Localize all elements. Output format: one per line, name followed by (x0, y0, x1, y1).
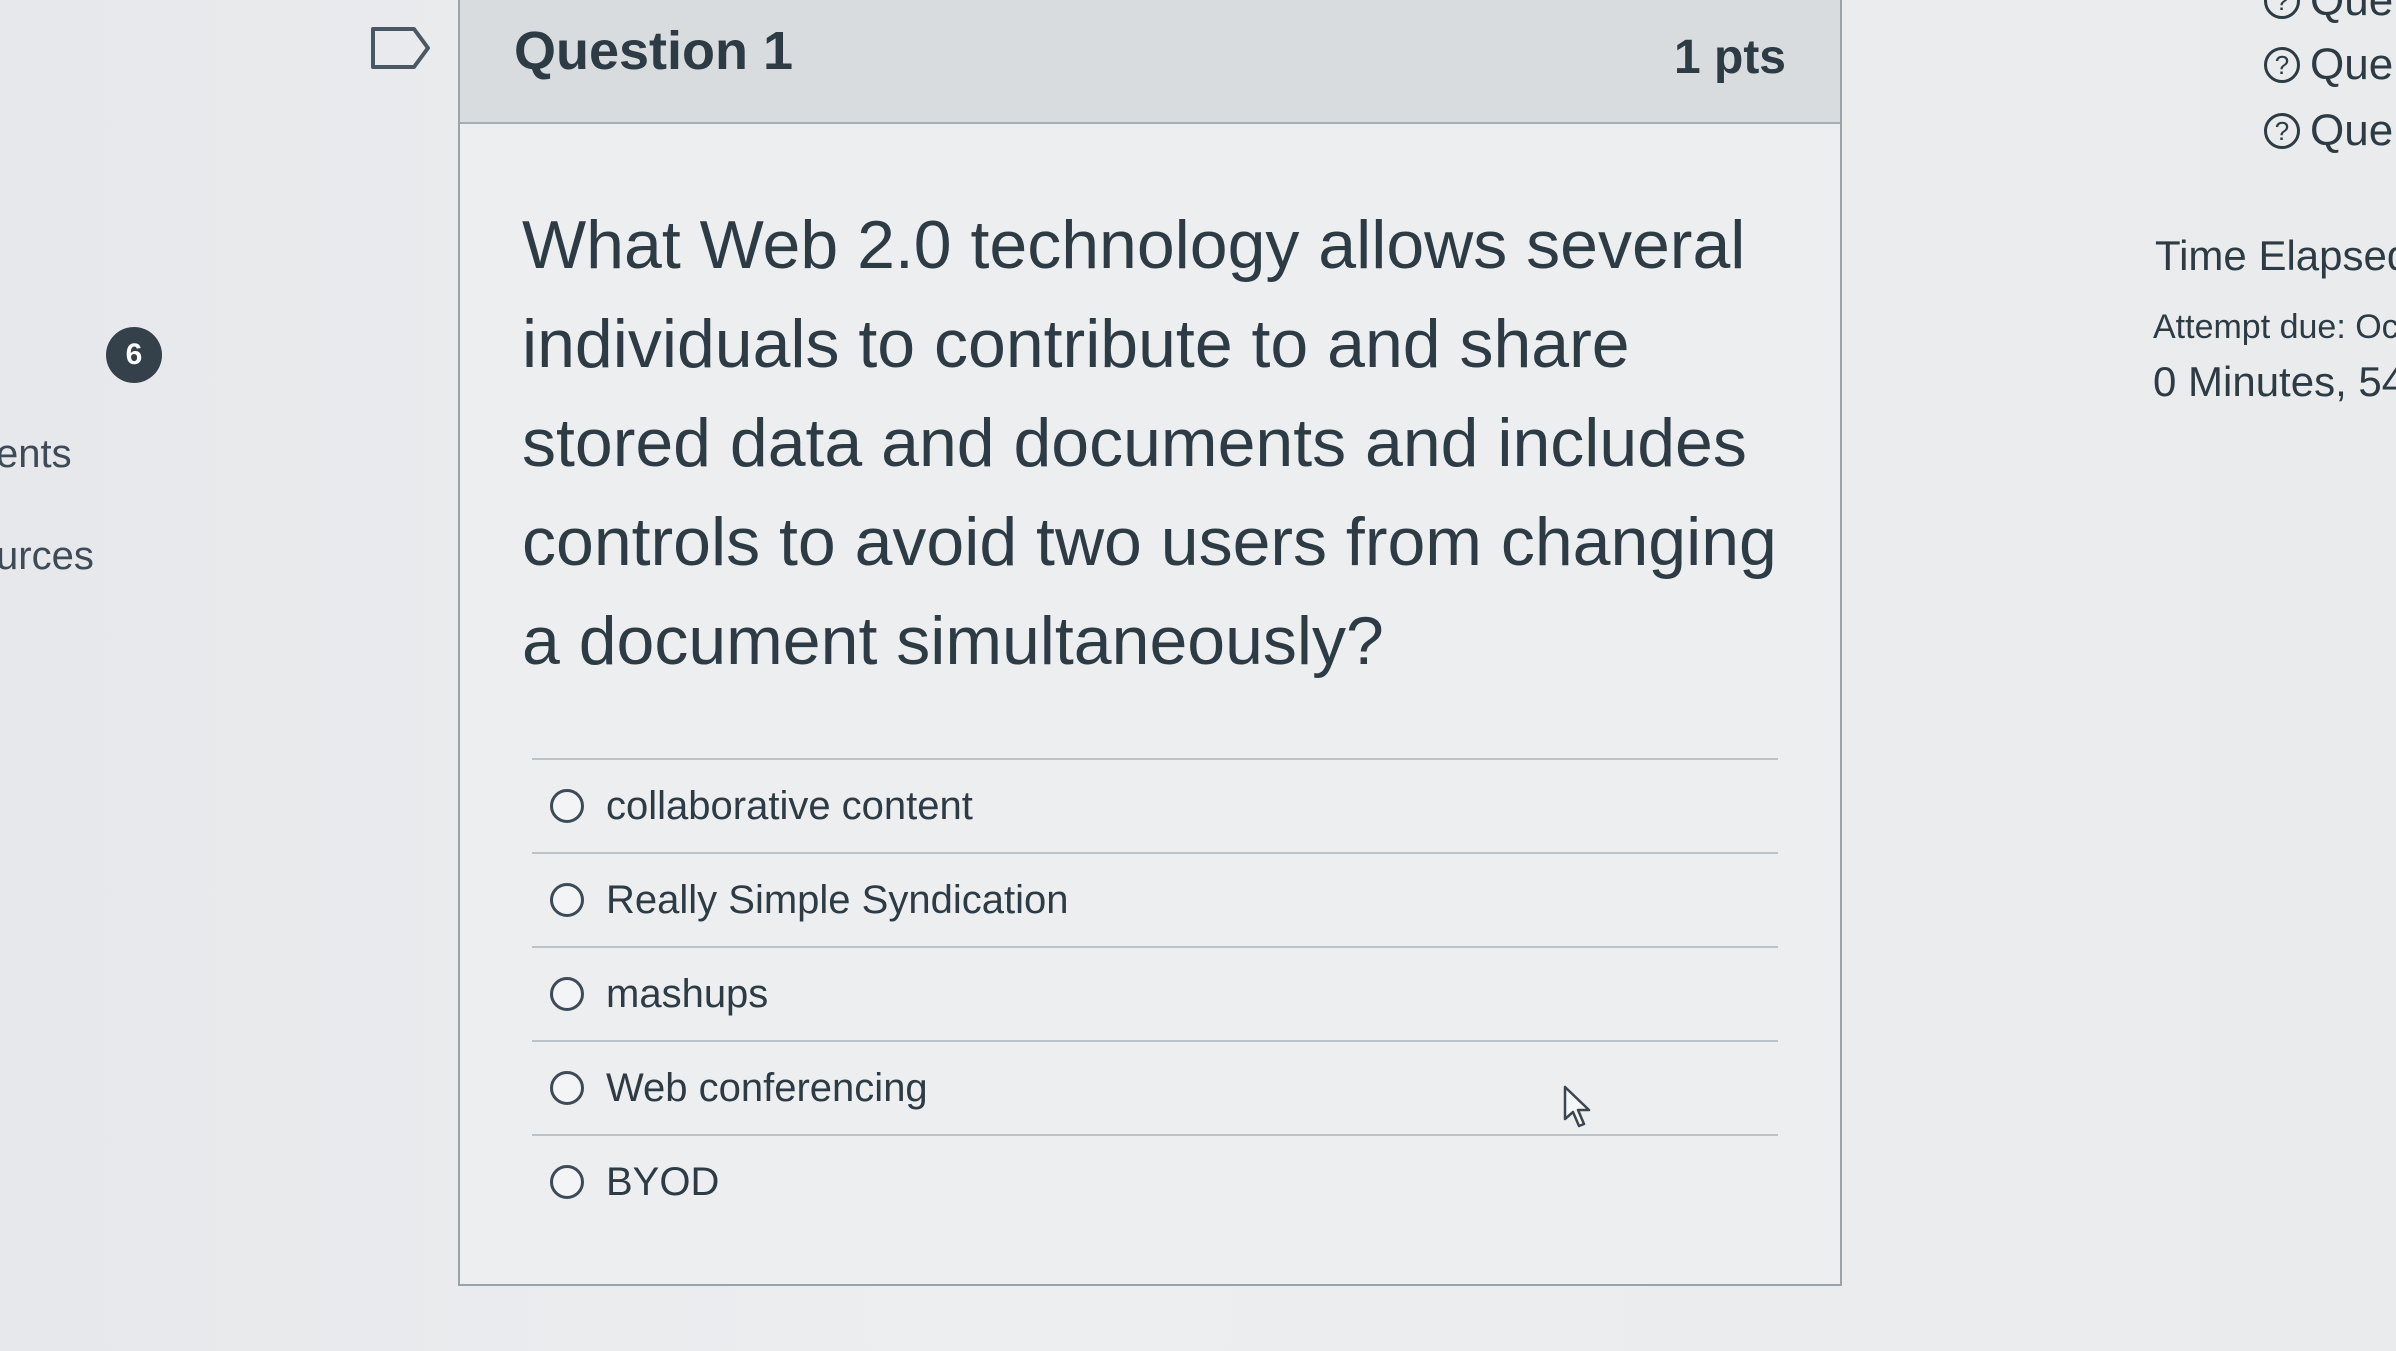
radio-button[interactable] (550, 883, 584, 917)
radio-button[interactable] (550, 789, 584, 823)
answer-label: Really Simple Syndication (606, 877, 1069, 922)
question-header: Question 1 1 pts (460, 0, 1840, 124)
quiz-page: 6 ents urces Question 1 1 pts What Web 2… (0, 0, 2396, 1351)
time-elapsed-label: Time Elapsed (2155, 232, 2396, 279)
time-elapsed-value: 0 Minutes, 54 (2153, 358, 2396, 405)
question-points: 1 pts (1673, 31, 1786, 84)
radio-button[interactable] (550, 1165, 584, 1199)
course-nav: 6 ents urces (0, 0, 200, 1351)
answer-option[interactable]: collaborative content (532, 760, 1778, 854)
question-link[interactable]: ? Que (2264, 40, 2393, 90)
question-link-label: Que (2310, 106, 2394, 155)
question-link-label: Que (2310, 0, 2394, 25)
attempt-due-text: Attempt due: Oc (2153, 308, 2396, 346)
answer-list: collaborative content Really Simple Synd… (532, 758, 1778, 1228)
answer-label: mashups (606, 971, 769, 1016)
question-mark-icon: ? (2264, 0, 2300, 19)
question-link-label: Que (2310, 40, 2394, 89)
answer-label: collaborative content (606, 783, 973, 828)
question-mark-icon: ? (2264, 113, 2300, 149)
question-link[interactable]: ? Que (2264, 106, 2393, 156)
question-title: Question 1 (514, 21, 794, 81)
unread-badge: 6 (106, 327, 162, 383)
question-link[interactable]: ? Que (2264, 0, 2393, 26)
answer-option[interactable]: BYOD (532, 1136, 1778, 1228)
answer-label: Web conferencing (606, 1065, 928, 1110)
question-mark-icon: ? (2264, 47, 2300, 83)
radio-button[interactable] (550, 1071, 584, 1105)
answer-option[interactable]: Really Simple Syndication (532, 854, 1778, 948)
answer-option[interactable]: mashups (532, 948, 1778, 1042)
radio-button[interactable] (550, 977, 584, 1011)
question-card: Question 1 1 pts What Web 2.0 technology… (458, 0, 1842, 1286)
mouse-cursor-icon (1563, 1085, 1591, 1128)
flag-question-icon[interactable] (370, 26, 432, 70)
nav-item-assignments[interactable]: ents (0, 432, 72, 477)
answer-label: BYOD (606, 1159, 720, 1204)
nav-item-resources[interactable]: urces (0, 534, 94, 579)
quiz-sidebar: ? Que ? Que ? Que (2150, 0, 2396, 1351)
question-text: What Web 2.0 technology allows several i… (522, 207, 1777, 679)
